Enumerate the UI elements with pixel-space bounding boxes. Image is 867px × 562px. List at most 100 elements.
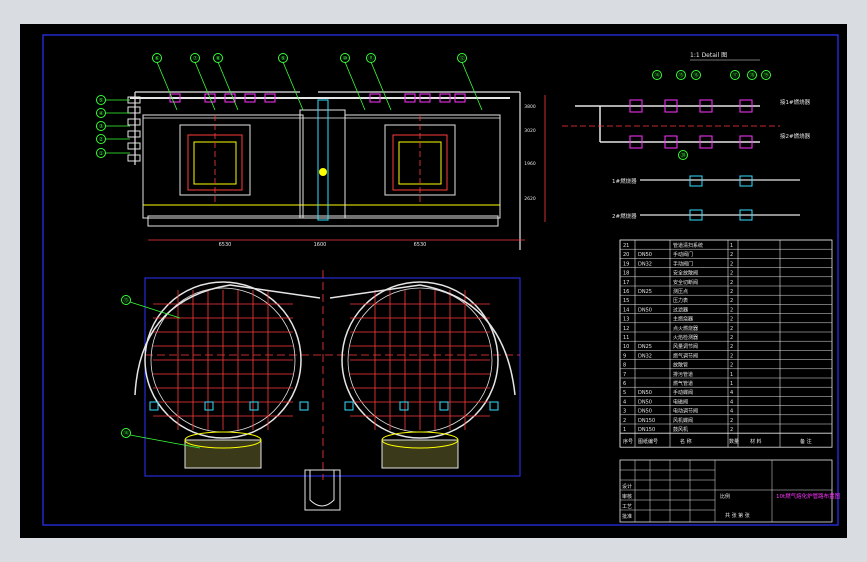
front-balloon-3-text: ⑨ bbox=[281, 55, 286, 62]
bom-no-8: 13 bbox=[623, 317, 629, 323]
bom-no-7: 14 bbox=[623, 307, 629, 313]
bom-qty-1: 2 bbox=[730, 252, 733, 258]
flame-detector-dot bbox=[319, 168, 327, 176]
bom-qty-5: 2 bbox=[730, 289, 733, 295]
left-balloon-0-text: ⑤ bbox=[99, 98, 104, 104]
bom-no-3: 18 bbox=[623, 271, 629, 277]
front-dim-1: 1600 bbox=[314, 242, 327, 248]
bom-name-11: 风量调节阀 bbox=[673, 343, 698, 350]
detail-balloon-2-text: ⑯ bbox=[693, 71, 699, 79]
bom-name-15: 燃气管道 bbox=[673, 380, 693, 387]
detail-balloon-0-text: ⑭ bbox=[654, 71, 660, 79]
burner-box-0 bbox=[184, 439, 262, 469]
bom-name-6: 压力表 bbox=[673, 297, 688, 304]
bom-code-7: DN50 bbox=[638, 307, 652, 313]
front-dim-0: 6530 bbox=[219, 242, 232, 248]
bom-code-1: DN50 bbox=[638, 252, 652, 258]
bom-h-code: 图纸编号 bbox=[638, 438, 658, 445]
bom-qty-17: 4 bbox=[730, 399, 733, 405]
front-balloon-4-text: ⑩ bbox=[343, 55, 348, 62]
bom-name-10: 火焰检测器 bbox=[673, 334, 698, 341]
bom-h-qty: 数量 bbox=[729, 438, 739, 445]
bom-qty-4: 2 bbox=[730, 280, 733, 286]
detail-balloon-6-text: ⑳ bbox=[680, 151, 686, 159]
bom-name-9: 点火燃烧器 bbox=[673, 325, 698, 332]
detail-label-0: 接1#燃烧器 bbox=[780, 98, 811, 106]
detail-balloon-3-text: ⑰ bbox=[732, 71, 738, 79]
bom-name-1: 手动阀门 bbox=[673, 251, 693, 258]
cad-viewport: 6530 1600 65303800302019602620⑥ ⑦ ⑧ ⑨ ⑩ ⑪ ⑫⑤④③②①… bbox=[20, 24, 847, 538]
bom-qty-18: 4 bbox=[730, 409, 733, 415]
plan-balloon-1-text: ⑭ bbox=[123, 429, 129, 437]
bom-name-4: 安全切断阀 bbox=[673, 279, 698, 286]
tb-scale-label: 比例 bbox=[720, 493, 730, 500]
bom-qty-19: 2 bbox=[730, 418, 733, 424]
bom-h-no: 序号 bbox=[623, 438, 633, 445]
bom-name-7: 过滤器 bbox=[673, 306, 688, 313]
front-balloon-5-text: ⑪ bbox=[368, 54, 374, 62]
bom-no-17: 4 bbox=[623, 399, 626, 405]
bom-code-17: DN50 bbox=[638, 399, 652, 405]
bom-code-19: DN150 bbox=[638, 418, 655, 424]
bom-no-13: 8 bbox=[623, 363, 626, 369]
right-dim-3: 2620 bbox=[524, 196, 536, 202]
tb-row-label-1: 审核 bbox=[622, 493, 632, 500]
bom-name-19: 风机蝶阀 bbox=[673, 417, 693, 424]
bom-no-10: 11 bbox=[623, 335, 629, 341]
bom-qty-8: 2 bbox=[730, 317, 733, 323]
bom-name-17: 电磁阀 bbox=[673, 398, 688, 405]
tb-row-label-3: 批准 bbox=[622, 513, 632, 520]
right-dim-1: 3020 bbox=[524, 128, 536, 134]
tb-row-label-2: 工艺 bbox=[622, 504, 632, 510]
front-dim-2: 6530 bbox=[414, 242, 427, 248]
bom-qty-11: 2 bbox=[730, 344, 733, 350]
title-block-title: 10t燃气熔化炉管路布置图 bbox=[776, 492, 841, 500]
left-balloon-2-text: ③ bbox=[99, 124, 104, 130]
bom-name-0: 管道清扫系统 bbox=[673, 242, 703, 249]
bom-name-5: 测压点 bbox=[673, 288, 688, 295]
bom-no-16: 5 bbox=[623, 390, 626, 396]
bom-name-14: 排污管道 bbox=[673, 371, 693, 378]
bom-qty-10: 2 bbox=[730, 335, 733, 341]
bom-no-14: 7 bbox=[623, 372, 626, 378]
front-balloon-1-text: ⑦ bbox=[193, 55, 198, 62]
detail-balloon-5-text: ⑲ bbox=[763, 71, 769, 79]
bom-no-2: 19 bbox=[623, 261, 629, 267]
bom-qty-13: 2 bbox=[730, 363, 733, 369]
left-balloon-3-text: ② bbox=[99, 136, 104, 143]
bom-name-13: 放散管 bbox=[673, 362, 688, 369]
detail-label-3: 2#燃烧器 bbox=[612, 212, 637, 220]
bom-no-12: 9 bbox=[623, 353, 626, 359]
bom-name-3: 安全放散阀 bbox=[673, 270, 698, 277]
bom-qty-9: 2 bbox=[730, 326, 733, 332]
bom-code-12: DN32 bbox=[638, 353, 652, 359]
bom-name-16: 手动蝶阀 bbox=[673, 389, 693, 396]
bom-no-18: 3 bbox=[623, 409, 626, 415]
bom-code-16: DN50 bbox=[638, 390, 652, 396]
right-dim-0: 3800 bbox=[524, 104, 536, 110]
tb-sheet-label: 共 张 第 张 bbox=[725, 512, 750, 519]
detail-label-2: 1#燃烧器 bbox=[612, 177, 637, 185]
bom-qty-20: 2 bbox=[730, 427, 733, 433]
bom-name-18: 电动调节阀 bbox=[673, 408, 698, 415]
bom-h-material: 材 料 bbox=[750, 438, 762, 445]
bom-no-11: 10 bbox=[623, 344, 629, 350]
detail-balloon-4-text: ⑱ bbox=[749, 71, 755, 79]
bom-qty-14: 1 bbox=[730, 372, 733, 378]
front-balloon-2-text: ⑧ bbox=[216, 56, 221, 62]
bom-name-8: 主燃烧器 bbox=[673, 316, 693, 323]
burner-box-1 bbox=[381, 439, 459, 469]
bom-no-4: 17 bbox=[623, 280, 629, 286]
bom-name-20: 鼓风机 bbox=[673, 426, 688, 433]
bom-qty-6: 2 bbox=[730, 298, 733, 304]
bom-code-18: DN50 bbox=[638, 409, 652, 415]
detail-title: 1:1 Detail 图 bbox=[690, 52, 727, 59]
bom-h-name: 名 称 bbox=[680, 438, 692, 445]
front-balloon-0-text: ⑥ bbox=[155, 56, 160, 62]
tb-row-label-0: 设计 bbox=[622, 483, 632, 490]
right-dim-2: 1960 bbox=[524, 161, 536, 167]
bom-qty-3: 2 bbox=[730, 271, 733, 277]
bom-no-5: 16 bbox=[623, 289, 629, 295]
bom-qty-2: 2 bbox=[730, 261, 733, 267]
bom-no-15: 6 bbox=[623, 381, 626, 387]
